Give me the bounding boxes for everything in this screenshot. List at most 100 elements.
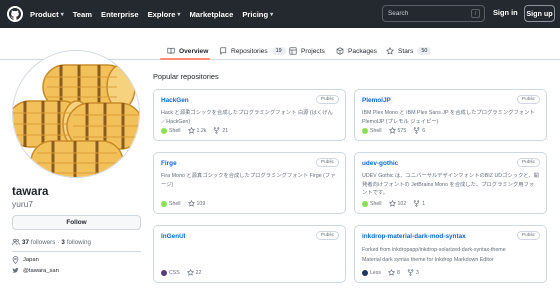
repo-name-link[interactable]: udev-gothic [362, 160, 398, 167]
tab-label: Repositories [231, 47, 268, 55]
visibility-badge: Public [315, 231, 339, 240]
active-tab-indicator [160, 58, 210, 60]
separator-dot: · [57, 238, 60, 246]
repo-language: Shell [161, 200, 181, 207]
following-link[interactable]: following [67, 239, 91, 246]
repo-stars[interactable]: 1.2k [187, 127, 206, 134]
language-color-dot [362, 269, 368, 276]
repo-language: Shell [362, 127, 382, 134]
package-icon [336, 47, 344, 55]
github-logo-icon[interactable] [7, 6, 23, 22]
star-icon [388, 200, 396, 207]
repo-card: inkdrop-material-dark-mod-syntax Public … [354, 225, 547, 283]
follow-button[interactable]: Follow [12, 215, 141, 230]
repo-forks[interactable]: 6 [413, 127, 425, 134]
followers-summary: 37 followers · 3 following [12, 238, 91, 246]
repo-name-link[interactable]: Firge [161, 160, 177, 167]
star-icon [388, 127, 396, 134]
nav-product[interactable]: Product ▾ [30, 10, 64, 19]
profile-name: tawara [12, 186, 49, 198]
repo-forks[interactable]: 21 [213, 127, 228, 134]
tab-label: Packages [348, 47, 377, 55]
repo-meta: Less 8 3 [362, 269, 419, 276]
star-icon [386, 47, 394, 55]
repo-language: Less [362, 269, 381, 276]
tab-repositories[interactable]: Repositories 19 [219, 42, 286, 60]
search-placeholder: Search [388, 10, 409, 17]
followers-count[interactable]: 37 [22, 239, 29, 246]
repo-card: InGenUI Public CSS 22 [153, 225, 346, 283]
repo-language: CSS [161, 269, 180, 276]
language-color-dot [161, 269, 167, 276]
twitter-icon [12, 267, 19, 273]
sign-in-link[interactable]: Sign in [493, 8, 518, 17]
repo-stars[interactable]: 8 [387, 269, 400, 276]
repo-meta: Shell 1.2k 21 [161, 127, 228, 134]
chevron-down-icon: ▾ [60, 11, 64, 18]
repo-icon [220, 47, 227, 55]
book-icon [167, 47, 175, 55]
chevron-down-icon: ▾ [177, 11, 181, 18]
language-color-dot [362, 200, 368, 207]
repo-name-link[interactable]: PlemolJP [362, 97, 391, 104]
followers-link[interactable]: followers [31, 239, 55, 246]
repositories-count: 19 [271, 47, 286, 55]
tab-packages[interactable]: Packages [336, 42, 377, 60]
fork-icon [413, 127, 420, 134]
language-color-dot [161, 200, 167, 207]
repo-stars[interactable]: 102 [388, 200, 406, 207]
tab-label: Stars [398, 47, 414, 55]
location-pin-icon [12, 256, 19, 264]
visibility-badge: Public [516, 158, 540, 167]
following-count[interactable]: 3 [61, 239, 64, 246]
star-icon [387, 269, 395, 276]
star-icon [187, 200, 195, 207]
search-input[interactable]: Search / [382, 5, 485, 22]
rice-bales-avatar-image [13, 51, 139, 177]
people-icon [12, 238, 20, 246]
repo-name-link[interactable]: inkdrop-material-dark-mod-syntax [362, 233, 466, 240]
location-text: Japan [23, 257, 39, 263]
twitter-handle[interactable]: @tawara_san [23, 268, 59, 274]
repo-card: PlemolJP Public IBM Plex Mono と IBM Plex… [354, 89, 547, 141]
nav-team[interactable]: Team [73, 10, 92, 19]
visibility-badge: Public [315, 158, 339, 167]
repo-stars[interactable]: 575 [388, 127, 406, 134]
repo-forks[interactable]: 3 [407, 269, 419, 276]
avatar[interactable] [12, 50, 140, 178]
twitter-row: @tawara_san [12, 267, 59, 274]
location-row: Japan [12, 256, 39, 264]
repo-meta: Shell 102 1 [362, 200, 425, 207]
sidebar-divider [12, 251, 141, 252]
stars-count: 50 [417, 47, 432, 55]
language-color-dot [362, 127, 368, 134]
tab-stars[interactable]: Stars 50 [386, 42, 432, 60]
repo-meta: Shell 109 [161, 200, 205, 207]
nav-explore[interactable]: Explore ▾ [148, 10, 181, 19]
fork-icon [214, 127, 220, 134]
global-header: Product ▾ Team Enterprise Explore ▾ Market… [0, 0, 560, 28]
nav-enterprise[interactable]: Enterprise [101, 10, 139, 19]
popular-repositories-heading: Popular repositories [153, 72, 219, 81]
tab-label: Projects [301, 47, 325, 55]
repo-stars[interactable]: 109 [187, 200, 205, 207]
repo-description: Fira Mono と源真ゴシックを合成したプログラミングフォント Firge … [161, 173, 336, 188]
repo-card: udev-gothic Public UDEV Gothic は、ユニバーサルデ… [354, 152, 547, 214]
repo-forks[interactable]: 1 [413, 200, 425, 207]
fork-icon [407, 269, 414, 276]
nav-marketplace[interactable]: Marketplace [189, 10, 233, 19]
repo-stars[interactable]: 22 [186, 269, 201, 276]
chevron-down-icon: ▾ [270, 11, 274, 18]
tab-projects[interactable]: Projects [289, 42, 325, 60]
visibility-badge: Public [516, 95, 540, 104]
nav-pricing[interactable]: Pricing ▾ [242, 10, 273, 19]
repo-description: Forked from inkdropapp/inkdrop-solarized… [362, 247, 506, 263]
repo-meta: CSS 22 [161, 269, 201, 276]
repo-name-link[interactable]: HackGen [161, 97, 189, 104]
visibility-badge: Public [315, 95, 339, 104]
sign-up-button[interactable]: Sign up [524, 5, 555, 22]
repo-description: Hack と源柔ゴシックを合成したプログラミングフォント 白源 (はくげん／Ha… [161, 110, 333, 125]
repo-description: UDEV Gothic は、ユニバーサルデザインフォントのBIZ UDゴシックと… [362, 173, 539, 197]
repo-name-link[interactable]: InGenUI [161, 233, 186, 240]
repo-card: Firge Public Fira Mono と源真ゴシックを合成したプログラミ… [153, 152, 346, 214]
